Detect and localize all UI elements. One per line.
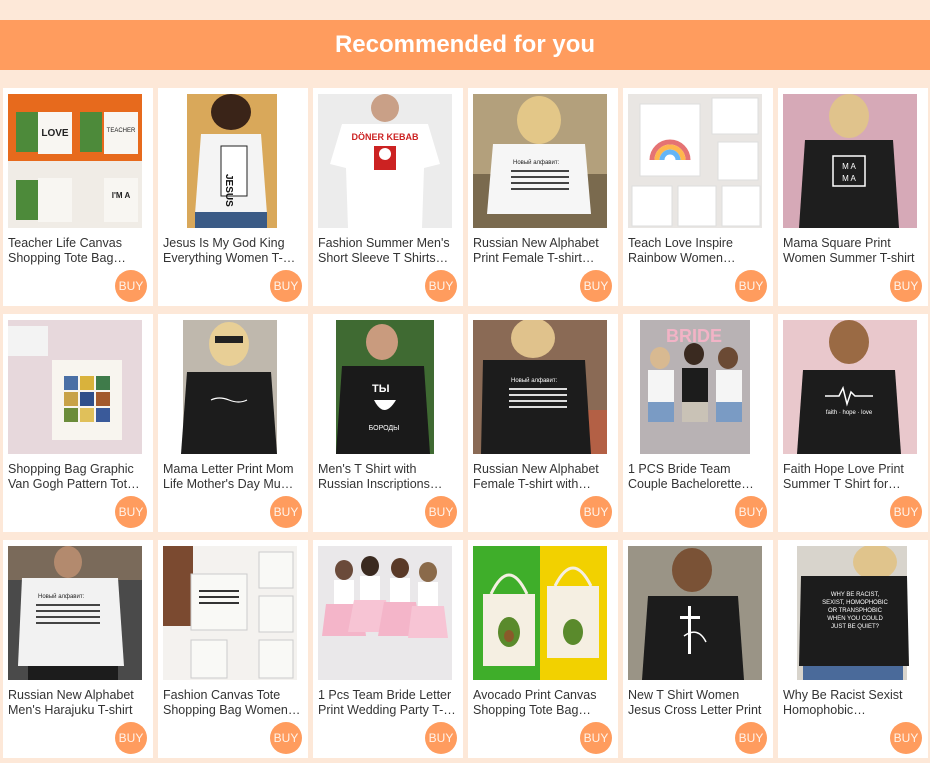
product-title[interactable]: Russian New Alphabet Female T-shirt with… bbox=[473, 462, 611, 492]
product-image-black-tshirt-mama-script[interactable] bbox=[163, 320, 297, 454]
buy-button[interactable]: BUY bbox=[580, 270, 612, 302]
svg-text:Новый алфавит:: Новый алфавит: bbox=[38, 593, 85, 600]
product-card[interactable]: WHY BE RACIST, SEXIST, HOMOPHOBIC OR TRA… bbox=[778, 540, 928, 758]
product-card[interactable]: LOVE TEACHER I'M A Teacher Life Canvas S… bbox=[3, 88, 153, 306]
product-title[interactable]: Teacher Life Canvas Shopping Tote Bag Wo… bbox=[8, 236, 146, 266]
buy-button[interactable]: BUY bbox=[425, 722, 457, 754]
product-card[interactable]: Fashion Canvas Tote Shopping Bag Women H… bbox=[158, 540, 308, 758]
product-title[interactable]: 1 PCS Bride Team Couple Bachelorette Par… bbox=[628, 462, 766, 492]
buy-button[interactable]: BUY bbox=[270, 270, 302, 302]
product-image-tote-bags-text[interactable] bbox=[163, 546, 297, 680]
product-title[interactable]: Russian New Alphabet Men's Harajuku T-sh… bbox=[8, 688, 146, 718]
product-card[interactable]: Avocado Print Canvas Shopping Tote Bag W… bbox=[468, 540, 618, 758]
product-title[interactable]: Why Be Racist Sexist Homophobic Transpho… bbox=[783, 688, 921, 718]
product-card[interactable]: ТЫ БОРОДЫ Men's T Shirt with Russian Ins… bbox=[313, 314, 463, 532]
product-image-black-tshirt-mama[interactable]: M A M A bbox=[783, 94, 917, 228]
product-title[interactable]: Jesus Is My God King Everything Women T-… bbox=[163, 236, 301, 266]
svg-text:Новый алфавит:: Новый алфавит: bbox=[511, 377, 558, 384]
product-image-white-tshirt-russian-alphabet[interactable]: Новый алфавит: bbox=[473, 94, 607, 228]
product-title[interactable]: Russian New Alphabet Print Female T-shir… bbox=[473, 236, 611, 266]
buy-button[interactable]: BUY bbox=[890, 270, 922, 302]
product-image-tote-bags-teacher[interactable]: LOVE TEACHER I'M A bbox=[8, 94, 142, 228]
product-title[interactable]: Fashion Canvas Tote Shopping Bag Women H… bbox=[163, 688, 301, 718]
product-title[interactable]: New T Shirt Women Jesus Cross Letter Pri… bbox=[628, 688, 766, 718]
svg-text:M A: M A bbox=[842, 162, 856, 171]
product-card[interactable]: Teach Love Inspire Rainbow Women Canvas … bbox=[623, 88, 773, 306]
product-image-bride-team-group[interactable]: BRIDE bbox=[628, 320, 762, 454]
buy-button[interactable]: BUY bbox=[735, 722, 767, 754]
product-title[interactable]: Mama Square Print Women Summer T-shirt bbox=[783, 236, 921, 266]
product-card[interactable]: DÖNER KEBAB Fashion Summer Men's Short S… bbox=[313, 88, 463, 306]
buy-button[interactable]: BUY bbox=[115, 496, 147, 528]
product-card[interactable]: faith · hope · love Faith Hope Love Prin… bbox=[778, 314, 928, 532]
product-image-white-tshirt-doner-kebab[interactable]: DÖNER KEBAB bbox=[318, 94, 452, 228]
product-title[interactable]: Fashion Summer Men's Short Sleeve T Shir… bbox=[318, 236, 456, 266]
buy-button[interactable]: BUY bbox=[270, 496, 302, 528]
product-title[interactable]: Shopping Bag Graphic Van Gogh Pattern To… bbox=[8, 462, 146, 492]
svg-text:JESUS: JESUS bbox=[223, 174, 234, 207]
product-card[interactable]: Shopping Bag Graphic Van Gogh Pattern To… bbox=[3, 314, 153, 532]
svg-text:TEACHER: TEACHER bbox=[107, 128, 136, 134]
product-card[interactable]: Mama Letter Print Mom Life Mother's Day … bbox=[158, 314, 308, 532]
product-image-tote-bags-avocado[interactable] bbox=[473, 546, 607, 680]
buy-button[interactable]: BUY bbox=[735, 496, 767, 528]
section-title: Recommended for you bbox=[334, 31, 596, 58]
buy-button[interactable]: BUY bbox=[425, 496, 457, 528]
product-card[interactable]: Новый алфавит: Russian New Alphabet Men'… bbox=[3, 540, 153, 758]
buy-button[interactable]: BUY bbox=[425, 270, 457, 302]
product-title[interactable]: Avocado Print Canvas Shopping Tote Bag W… bbox=[473, 688, 611, 718]
product-card[interactable]: M A M A Mama Square Print Women Summer T… bbox=[778, 88, 928, 306]
product-card[interactable]: New T Shirt Women Jesus Cross Letter Pri… bbox=[623, 540, 773, 758]
svg-text:LOVE: LOVE bbox=[41, 128, 69, 139]
svg-text:I'M A: I'M A bbox=[112, 191, 131, 200]
buy-button[interactable]: BUY bbox=[890, 496, 922, 528]
product-title[interactable]: Faith Hope Love Print Summer T Shirt for… bbox=[783, 462, 921, 492]
product-grid: LOVE TEACHER I'M A Teacher Life Canvas S… bbox=[3, 88, 928, 758]
product-title[interactable]: Men's T Shirt with Russian Inscriptions … bbox=[318, 462, 456, 492]
svg-text:БОРОДЫ: БОРОДЫ bbox=[369, 425, 400, 432]
product-image-black-tshirt-russian-alphabet[interactable]: Новый алфавит: bbox=[473, 320, 607, 454]
product-image-team-bride-dancing[interactable] bbox=[318, 546, 452, 680]
product-title[interactable]: 1 Pcs Team Bride Letter Print Wedding Pa… bbox=[318, 688, 456, 718]
buy-button[interactable]: BUY bbox=[115, 722, 147, 754]
svg-text:Новый алфавит:: Новый алфавит: bbox=[513, 159, 560, 166]
product-image-white-tshirt-jesus[interactable]: JESUS bbox=[163, 94, 297, 228]
svg-text:DÖNER KEBAB: DÖNER KEBAB bbox=[351, 132, 419, 142]
product-image-black-tshirt-faith-hope-love[interactable]: faith · hope · love bbox=[783, 320, 917, 454]
product-image-black-tshirt-why-be-racist[interactable]: WHY BE RACIST, SEXIST, HOMOPHOBIC OR TRA… bbox=[783, 546, 917, 680]
product-image-tote-bags-rainbow[interactable] bbox=[628, 94, 762, 228]
buy-button[interactable]: BUY bbox=[735, 270, 767, 302]
product-title[interactable]: Teach Love Inspire Rainbow Women Canvas … bbox=[628, 236, 766, 266]
recommended-header: Recommended for you bbox=[0, 20, 930, 70]
svg-text:OR TRANSPHOBIC: OR TRANSPHOBIC bbox=[828, 608, 883, 614]
buy-button[interactable]: BUY bbox=[115, 270, 147, 302]
svg-text:JUST BE QUIET?: JUST BE QUIET? bbox=[831, 624, 880, 630]
product-image-black-tshirt-beard[interactable]: ТЫ БОРОДЫ bbox=[318, 320, 452, 454]
svg-text:M A: M A bbox=[842, 174, 856, 183]
svg-text:ТЫ: ТЫ bbox=[372, 383, 390, 395]
product-image-black-tshirt-jesus-cross[interactable] bbox=[628, 546, 762, 680]
product-image-white-tshirt-men-alphabet[interactable]: Новый алфавит: bbox=[8, 546, 142, 680]
product-title[interactable]: Mama Letter Print Mom Life Mother's Day … bbox=[163, 462, 301, 492]
product-image-tote-bag-van-gogh[interactable] bbox=[8, 320, 142, 454]
svg-text:faith · hope · love: faith · hope · love bbox=[826, 410, 873, 416]
buy-button[interactable]: BUY bbox=[580, 496, 612, 528]
product-card[interactable]: 1 Pcs Team Bride Letter Print Wedding Pa… bbox=[313, 540, 463, 758]
product-card[interactable]: BRIDE 1 PCS Bride Team Couple Bacheloret… bbox=[623, 314, 773, 532]
svg-text:WHY BE RACIST,: WHY BE RACIST, bbox=[831, 592, 880, 598]
svg-text:SEXIST, HOMOPHOBIC: SEXIST, HOMOPHOBIC bbox=[822, 600, 888, 606]
buy-button[interactable]: BUY bbox=[890, 722, 922, 754]
product-card[interactable]: Новый алфавит: Russian New Alphabet Fema… bbox=[468, 314, 618, 532]
product-card[interactable]: JESUS Jesus Is My God King Everything Wo… bbox=[158, 88, 308, 306]
buy-button[interactable]: BUY bbox=[270, 722, 302, 754]
product-card[interactable]: Новый алфавит: Russian New Alphabet Prin… bbox=[468, 88, 618, 306]
buy-button[interactable]: BUY bbox=[580, 722, 612, 754]
svg-text:WHEN YOU COULD: WHEN YOU COULD bbox=[827, 616, 883, 622]
